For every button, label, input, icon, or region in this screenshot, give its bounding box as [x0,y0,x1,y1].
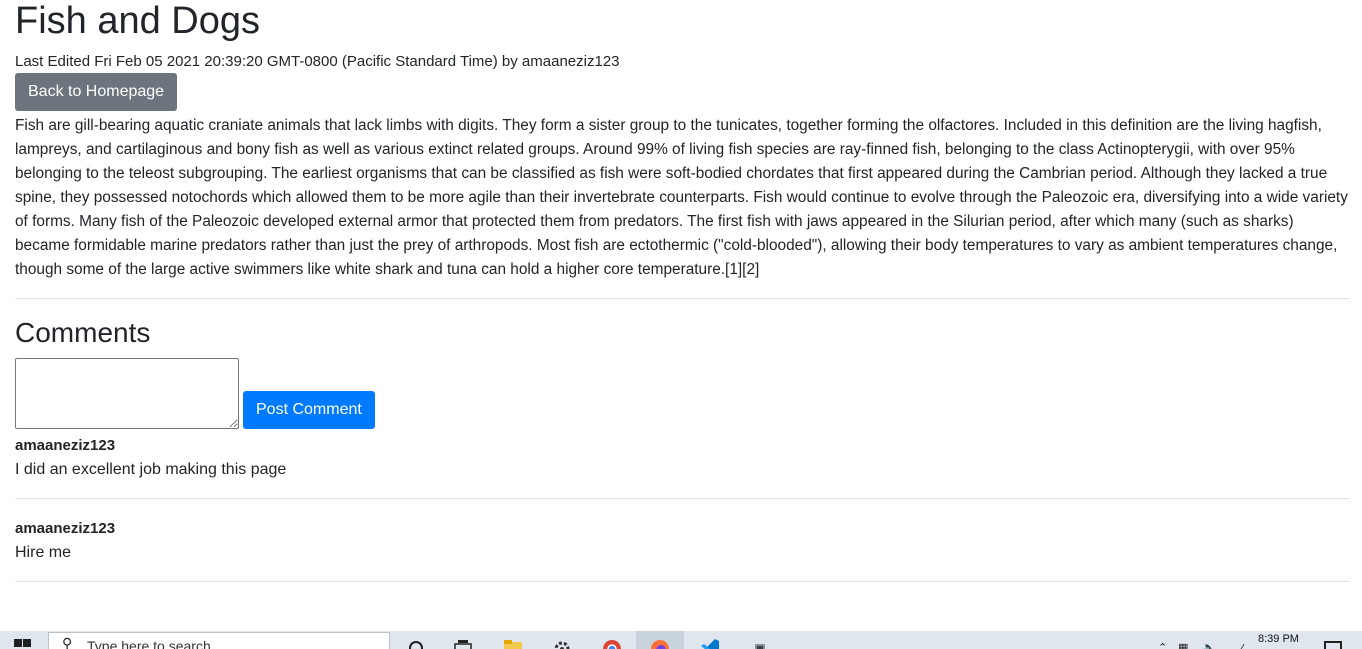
settings-icon[interactable] [551,636,573,649]
file-explorer-icon[interactable] [502,636,524,649]
notification-icon[interactable] [1322,640,1344,649]
post-comment-button[interactable]: Post Comment [243,391,375,429]
page-title: Fish and Dogs [15,0,261,42]
comment-text: Hire me [15,544,72,561]
comment-input[interactable] [15,358,239,429]
comment-form: Post Comment [15,358,1350,429]
comment-divider [15,498,1350,499]
search-icon: ⚲ [62,635,73,649]
comment-item: amaaneziz123 I did an excellent job maki… [15,431,1350,499]
firefox-icon[interactable] [649,636,671,649]
comment-author: amaaneziz123 [15,437,116,454]
comment-text: I did an excellent job making this page [15,461,287,478]
clock[interactable]: 8:39 PM [1258,633,1299,645]
taskbar: Type here to search ⚲ ⌃ ▦ 🔈 〈 8:39 PM [0,631,1362,649]
search-icon[interactable] [405,636,427,649]
comment-item: amaaneziz123 Hire me [15,514,1350,582]
content-divider [15,298,1350,299]
page-container: Fish and Dogs Last Edited Fri Feb 05 202… [15,0,1350,582]
windows-start-icon[interactable] [14,639,32,649]
language-icon[interactable]: 〈 [1234,641,1245,649]
network-icon[interactable]: ▦ [1178,641,1188,649]
taskbar-search-box[interactable]: Type here to search [48,632,390,649]
last-edited-info: Last Edited Fri Feb 05 2021 20:39:20 GMT… [15,53,620,70]
back-to-homepage-button[interactable]: Back to Homepage [15,73,178,111]
volume-icon[interactable]: 🔈 [1202,641,1216,649]
comment-author: amaaneziz123 [15,520,116,537]
app-icon[interactable] [750,636,772,649]
chrome-icon[interactable] [601,636,623,649]
vscode-icon[interactable] [699,636,721,649]
comments-heading: Comments [15,317,151,348]
comment-divider [15,581,1350,582]
task-view-icon[interactable] [452,636,474,649]
chevron-up-icon[interactable]: ⌃ [1158,641,1167,649]
page-content: Fish are gill-bearing aquatic craniate a… [15,117,1348,278]
